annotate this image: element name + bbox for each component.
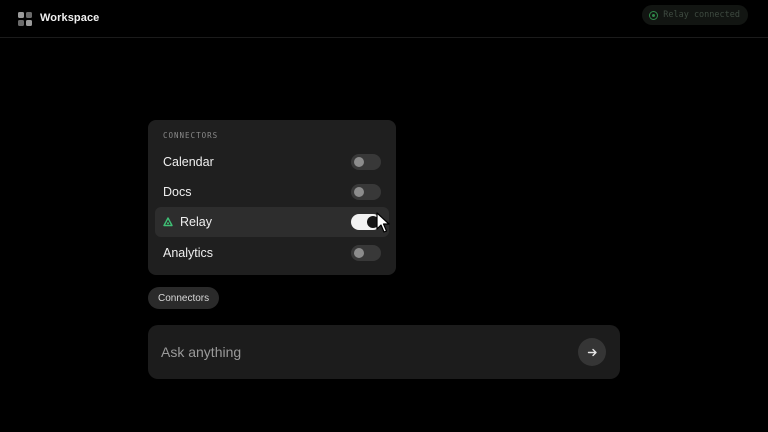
connector-row-relay[interactable]: Relay (155, 207, 389, 237)
connector-row-analytics[interactable]: Analytics (155, 238, 389, 268)
connector-label: Relay (180, 215, 212, 229)
connector-row-calendar[interactable]: Calendar (155, 147, 389, 177)
ask-input[interactable] (161, 342, 561, 362)
relay-status-badge: Relay connected (642, 5, 748, 25)
toggle-knob (354, 157, 364, 167)
top-bar: Workspace Relay connected (0, 0, 768, 38)
send-button[interactable] (578, 338, 606, 366)
connectors-chip[interactable]: Connectors (148, 287, 220, 309)
grid-logo-icon (18, 12, 32, 26)
connector-label: Docs (163, 185, 192, 199)
connectors-panel: CONNECTORS Calendar Docs Relay Analytics (148, 120, 396, 275)
connector-label: Calendar (163, 155, 214, 169)
calendar-toggle[interactable] (351, 154, 381, 170)
relay-triangle-icon (163, 217, 173, 227)
connector-row-docs[interactable]: Docs (155, 177, 389, 207)
connectors-heading: CONNECTORS (163, 131, 219, 140)
toggle-knob (354, 248, 364, 258)
check-circle-icon (649, 10, 659, 20)
app-title: Workspace (40, 12, 100, 24)
composer (148, 325, 620, 379)
arrow-right-icon (587, 348, 597, 356)
toggle-knob (367, 216, 379, 228)
toggle-knob (354, 187, 364, 197)
status-text: Relay connected (663, 10, 740, 20)
connector-label: Analytics (163, 246, 214, 260)
docs-toggle[interactable] (351, 184, 381, 200)
analytics-toggle[interactable] (351, 245, 381, 261)
relay-toggle[interactable] (351, 214, 381, 230)
